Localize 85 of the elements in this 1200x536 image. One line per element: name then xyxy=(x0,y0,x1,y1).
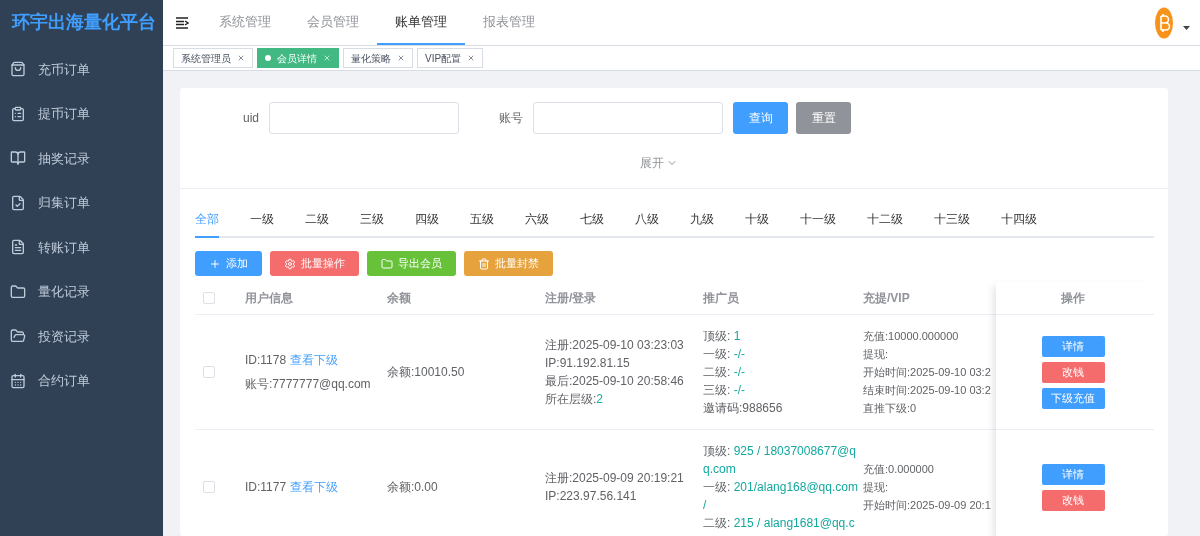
vip-text: 结束时间:2025-09-10 03:2 xyxy=(863,383,992,398)
promoter-text: 邀请码:988656 xyxy=(703,400,784,417)
clipboard-icon xyxy=(10,105,26,122)
folder-icon xyxy=(381,257,393,270)
column-header: 余额 xyxy=(387,290,412,307)
sidebar-item[interactable]: 转账订单 xyxy=(0,225,163,270)
vip-text: 充值:0.000000 xyxy=(863,462,935,477)
field-label: 账号 xyxy=(498,110,523,127)
promoter-text: 二级: 215 / alang1681@qq.c xyxy=(703,515,856,532)
vip-text: 开始时间:2025-09-10 03:2 xyxy=(863,365,992,380)
level-tab[interactable]: 二级 xyxy=(305,210,329,238)
close-icon[interactable] xyxy=(467,54,476,62)
level-value: 2 xyxy=(596,391,604,408)
calendar-icon xyxy=(10,372,26,389)
sidebar-item[interactable]: 充币订单 xyxy=(0,47,163,92)
balance-text: 余额:0.00 xyxy=(387,480,438,494)
level-tab[interactable]: 七级 xyxy=(580,210,604,238)
promoter-text: 一级: -/- xyxy=(703,346,746,363)
account-text: 账号:7777777@qq.com xyxy=(245,376,372,393)
column-header: 充提/VIP xyxy=(863,290,911,307)
level-tab[interactable]: 三级 xyxy=(360,210,384,238)
field-label: uid xyxy=(242,110,259,127)
level-tab[interactable]: 十二级 xyxy=(867,210,903,238)
level-tab[interactable]: 十一级 xyxy=(800,210,836,238)
page-tag[interactable]: 量化策略 xyxy=(343,48,413,68)
text-input[interactable] xyxy=(533,102,723,134)
promoter-text: 顶级: 925 / 18037008677@qq.com xyxy=(703,443,857,478)
register-text: 所在层级: xyxy=(545,391,597,408)
vip-text: 充值:10000.000000 xyxy=(863,329,960,344)
close-icon[interactable] xyxy=(397,54,405,62)
column-header: 推广员 xyxy=(703,290,740,307)
promoter-text: 三级: -/- xyxy=(703,382,746,399)
register-text: IP:223.97.56.141 xyxy=(545,488,638,505)
vip-text: 提现: xyxy=(863,480,890,495)
register-text: IP:91.192.81.15 xyxy=(545,355,631,372)
folder-icon xyxy=(10,328,26,345)
bag-icon xyxy=(10,61,26,78)
document-check-icon xyxy=(10,194,26,211)
register-text: 注册:2025-09-10 03:23:03 xyxy=(545,337,685,354)
page-tag[interactable]: VIP配置 xyxy=(417,48,484,68)
balance-text: 余额:10010.50 xyxy=(387,365,465,379)
level-tab[interactable]: 八级 xyxy=(635,210,659,238)
close-icon[interactable] xyxy=(237,54,245,62)
folder-icon xyxy=(10,283,26,300)
app-title: 环宇出海量化平台 xyxy=(10,11,157,34)
column-header: 操作 xyxy=(1060,290,1086,307)
user-id: ID:1178 xyxy=(245,352,287,369)
vip-text: 开始时间:2025-09-09 20:1 xyxy=(863,498,992,513)
level-tab[interactable]: 十四级 xyxy=(1001,210,1037,238)
sidebar-item[interactable]: 投资记录 xyxy=(0,314,163,359)
sidebar-item[interactable]: 抽奖记录 xyxy=(0,136,163,181)
promoter-text: 顶级: 1 xyxy=(703,328,742,345)
column-header: 注册/登录 xyxy=(545,290,598,307)
vip-text: 提现: xyxy=(863,347,890,362)
settings-icon xyxy=(284,257,296,270)
level-tab[interactable]: 一级 xyxy=(250,210,274,238)
bitcoin-avatar-icon[interactable] xyxy=(1155,6,1173,39)
user-id: ID:1177 xyxy=(245,479,287,496)
level-tab[interactable]: 四级 xyxy=(415,210,439,238)
level-tab[interactable]: 五级 xyxy=(470,210,494,238)
text-input[interactable] xyxy=(269,102,459,134)
column-header: 用户信息 xyxy=(245,290,294,307)
checkbox[interactable] xyxy=(203,481,215,493)
checkbox[interactable] xyxy=(203,292,215,304)
level-tab[interactable]: 十级 xyxy=(745,210,769,238)
promoter-text: 二级: -/- xyxy=(703,364,746,381)
sidebar-item[interactable]: 合约订单 xyxy=(0,358,163,403)
sidebar-item[interactable]: 量化记录 xyxy=(0,269,163,314)
level-tab[interactable]: 六级 xyxy=(525,210,549,238)
sidebar-item[interactable]: 归集订单 xyxy=(0,180,163,225)
sidebar-item[interactable]: 提币订单 xyxy=(0,91,163,136)
menu-icon[interactable] xyxy=(175,16,189,29)
trash-icon xyxy=(478,257,490,270)
register-text: 注册:2025-09-09 20:19:21 xyxy=(545,470,685,487)
level-tab[interactable]: 九级 xyxy=(690,210,714,238)
vip-text: 直推下级:0 xyxy=(863,401,918,416)
register-text: 最后:2025-09-10 20:58:46 xyxy=(545,373,685,390)
checkbox[interactable] xyxy=(203,366,215,378)
level-tab[interactable]: 十三级 xyxy=(934,210,970,238)
document-icon xyxy=(10,239,26,256)
promoter-text: 一级: 201/alang168@qq.com / xyxy=(703,479,859,514)
plus-icon xyxy=(209,257,221,270)
page-tag[interactable]: 系统管理员 xyxy=(173,48,253,68)
caret-icon[interactable] xyxy=(1183,25,1190,30)
book-icon xyxy=(10,150,26,167)
